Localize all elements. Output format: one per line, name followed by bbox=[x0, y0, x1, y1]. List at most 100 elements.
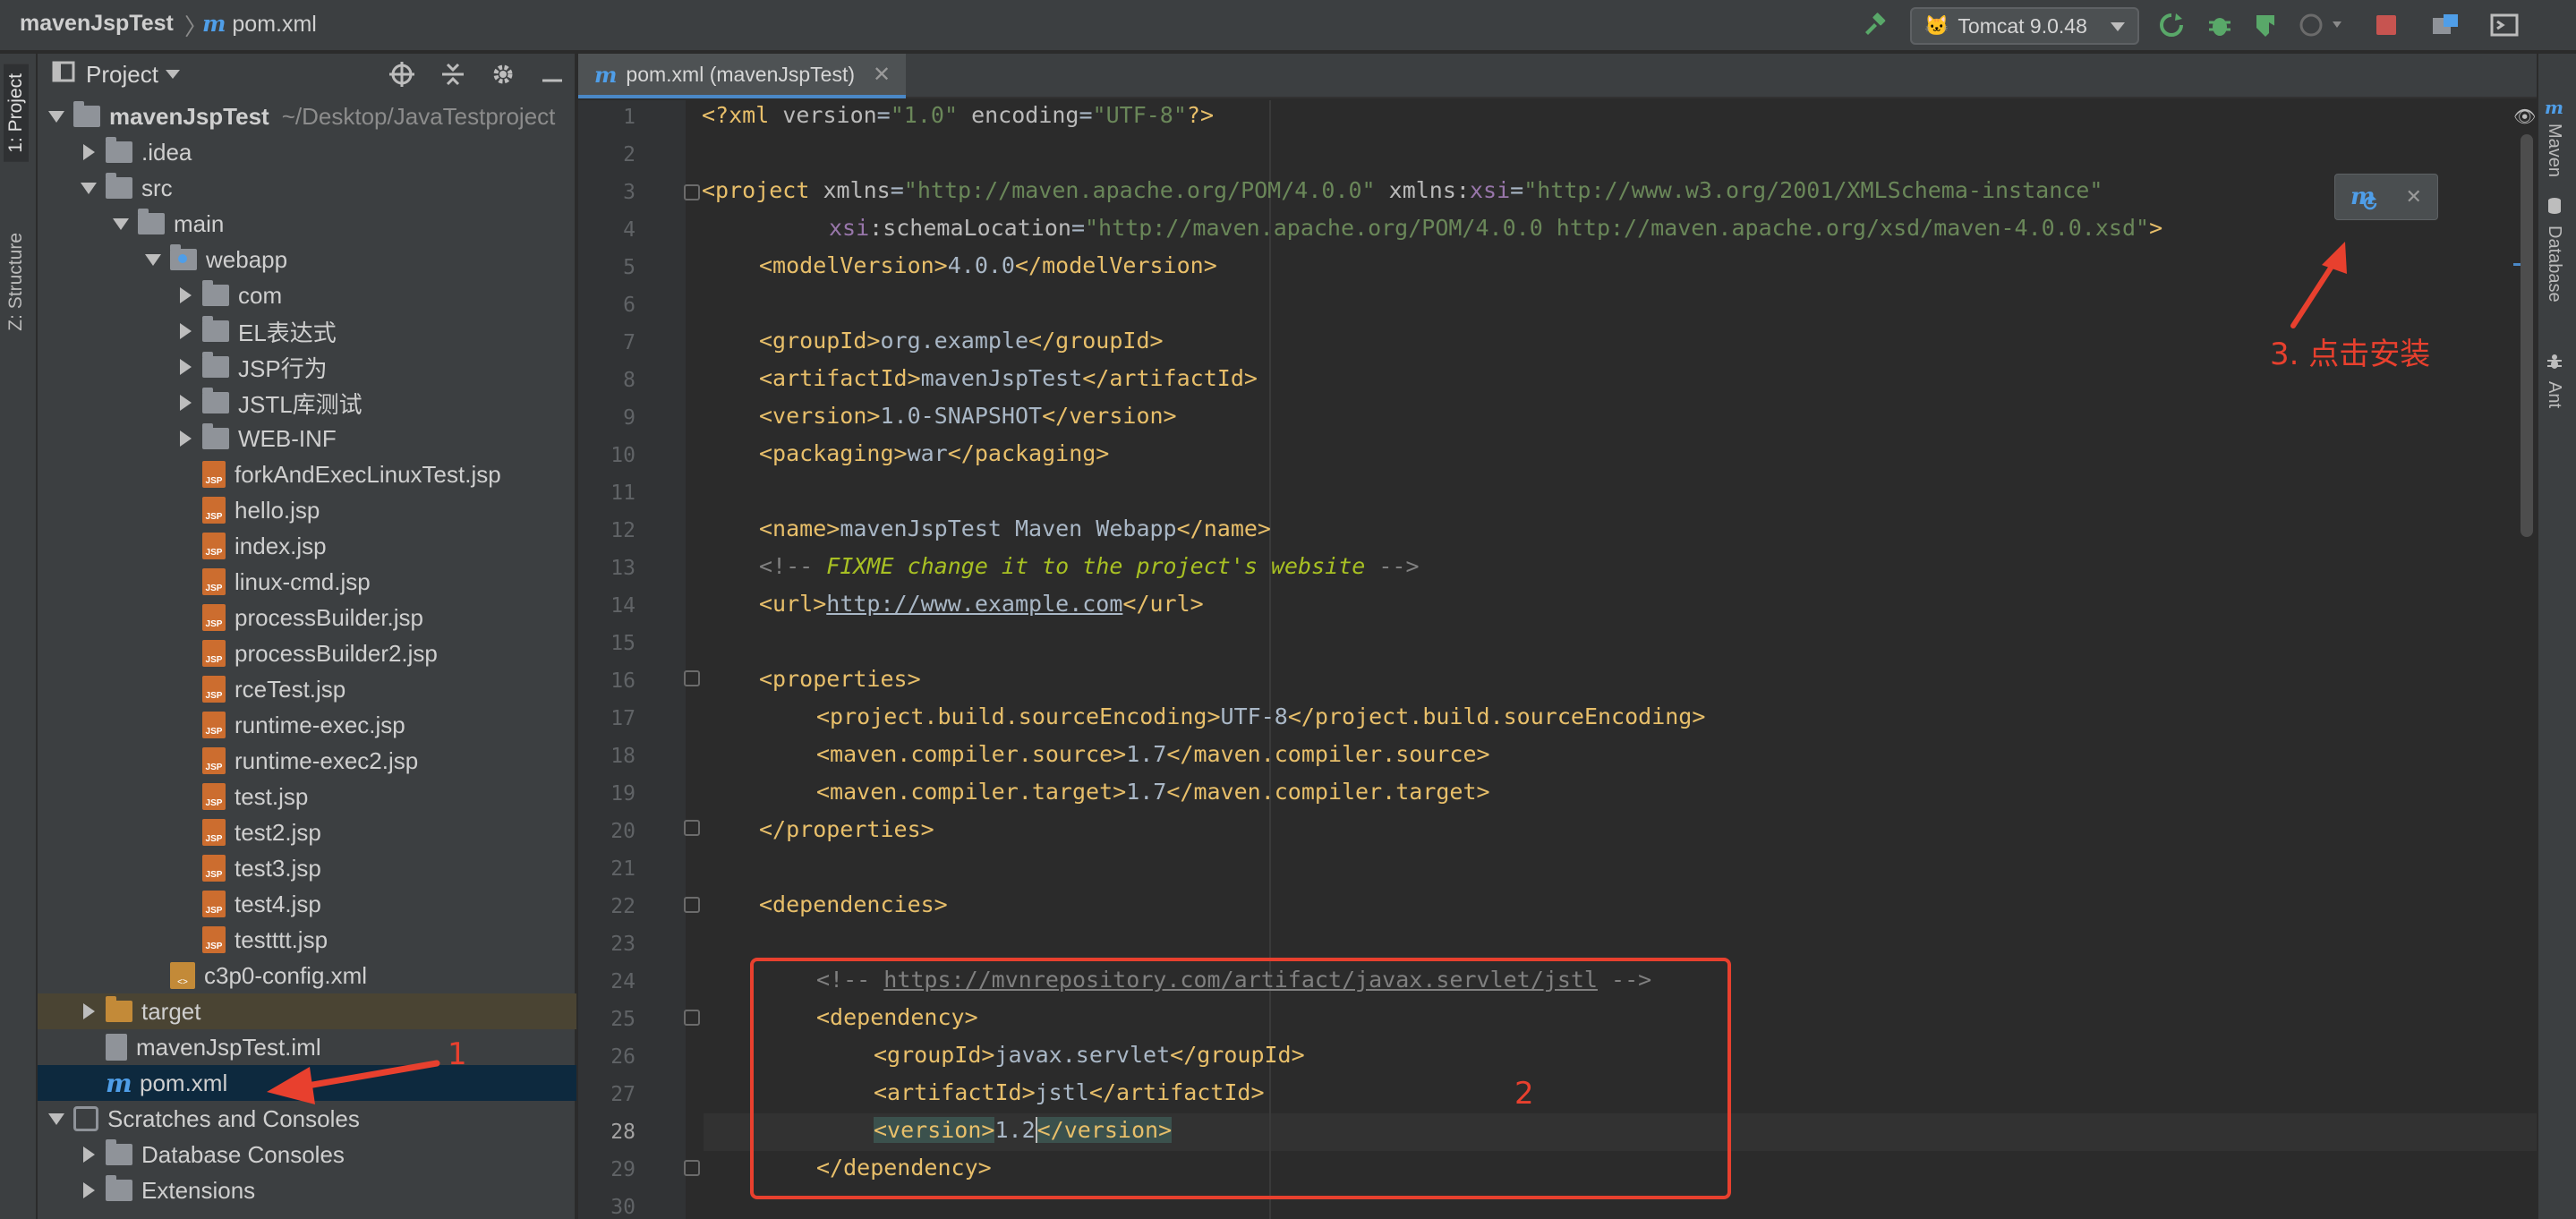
chevron-down-icon[interactable] bbox=[47, 107, 66, 126]
tree-item[interactable]: JSP processBuilder.jsp bbox=[38, 600, 576, 635]
terminal-icon[interactable] bbox=[2486, 9, 2522, 41]
tree-item[interactable]: webapp bbox=[38, 242, 576, 277]
line-number[interactable]: 24 bbox=[578, 970, 635, 993]
line-number[interactable]: 2 bbox=[578, 143, 635, 166]
chevron-down-icon[interactable] bbox=[79, 178, 98, 198]
line-number[interactable]: 26 bbox=[578, 1045, 635, 1069]
tree-item[interactable]: target bbox=[38, 993, 576, 1029]
rerun-icon[interactable] bbox=[2154, 9, 2189, 41]
line-number[interactable]: 28 bbox=[578, 1121, 635, 1144]
chevron-right-icon[interactable] bbox=[175, 357, 195, 377]
tree-item[interactable]: JSTL库测试 bbox=[38, 385, 576, 421]
build-hammer-icon[interactable] bbox=[1856, 9, 1892, 41]
collapse-all-icon[interactable] bbox=[440, 61, 465, 94]
line-number[interactable]: 8 bbox=[578, 369, 635, 392]
chevron-right-icon[interactable] bbox=[175, 321, 195, 341]
tree-item[interactable]: .idea bbox=[38, 134, 576, 170]
project-structure-icon[interactable] bbox=[2427, 9, 2463, 41]
line-number[interactable]: 30 bbox=[578, 1196, 635, 1219]
tree-item[interactable]: JSP processBuilder2.jsp bbox=[38, 635, 576, 671]
chevron-down-icon[interactable] bbox=[47, 1109, 66, 1129]
tree-item[interactable]: mavenJspTest.iml bbox=[38, 1029, 576, 1065]
chevron-right-icon[interactable] bbox=[79, 142, 98, 162]
editor-scrollbar[interactable] bbox=[2521, 134, 2533, 537]
fold-marker[interactable] bbox=[684, 820, 700, 836]
editor-tab-pom[interactable]: m pom.xml (mavenJspTest) ✕ bbox=[578, 54, 906, 98]
close-icon[interactable]: ✕ bbox=[873, 62, 891, 88]
tree-item[interactable]: EL表达式 bbox=[38, 313, 576, 349]
line-number[interactable]: 1 bbox=[578, 106, 635, 129]
line-number[interactable]: 4 bbox=[578, 218, 635, 242]
line-number[interactable]: 27 bbox=[578, 1083, 635, 1106]
tree-item[interactable]: JSP rceTest.jsp bbox=[38, 671, 576, 707]
profile-dropdown-icon[interactable] bbox=[2297, 9, 2347, 41]
run-with-coverage-icon[interactable] bbox=[2248, 9, 2284, 41]
fold-marker[interactable] bbox=[684, 184, 700, 200]
url-link[interactable]: http://www.example.com bbox=[826, 591, 1122, 617]
line-number[interactable]: 15 bbox=[578, 632, 635, 655]
chevron-right-icon[interactable] bbox=[79, 1145, 98, 1164]
project-tool-tab[interactable]: 1: Project bbox=[4, 64, 29, 162]
project-view-selector[interactable]: Project bbox=[86, 61, 180, 89]
run-configuration-selector[interactable]: 🐱 Tomcat 9.0.48 bbox=[1910, 7, 2139, 45]
reader-mode-eye-icon[interactable]: 👁 bbox=[2513, 106, 2536, 128]
hide-panel-icon[interactable] bbox=[541, 64, 564, 91]
chevron-down-icon[interactable] bbox=[143, 250, 163, 269]
line-number[interactable]: 3 bbox=[578, 181, 635, 204]
line-number[interactable]: 5 bbox=[578, 256, 635, 279]
close-icon[interactable]: ✕ bbox=[2406, 185, 2422, 209]
line-number[interactable]: 25 bbox=[578, 1008, 635, 1031]
line-number[interactable]: 16 bbox=[578, 669, 635, 693]
maven-tool-tab[interactable]: m Maven bbox=[2544, 97, 2564, 177]
tree-item[interactable]: JSP test3.jsp bbox=[38, 850, 576, 886]
tree-item[interactable]: m pom.xml bbox=[38, 1065, 576, 1101]
breadcrumb-file[interactable]: m pom.xml bbox=[202, 11, 317, 38]
tree-item[interactable]: JSP forkAndExecLinuxTest.jsp bbox=[38, 456, 576, 492]
line-number[interactable]: 9 bbox=[578, 406, 635, 430]
line-number[interactable]: 10 bbox=[578, 444, 635, 467]
stop-icon[interactable] bbox=[2370, 9, 2402, 41]
tree-item[interactable]: Scratches and Consoles bbox=[38, 1101, 576, 1137]
line-number[interactable]: 12 bbox=[578, 519, 635, 542]
fold-marker[interactable] bbox=[684, 1160, 700, 1176]
tree-item[interactable]: WEB-INF bbox=[38, 421, 576, 456]
chevron-right-icon[interactable] bbox=[175, 393, 195, 413]
line-number[interactable]: 29 bbox=[578, 1158, 635, 1181]
chevron-down-icon[interactable] bbox=[111, 214, 131, 234]
line-number[interactable]: 11 bbox=[578, 482, 635, 505]
chevron-right-icon[interactable] bbox=[79, 1181, 98, 1200]
tree-item[interactable]: JSP linux-cmd.jsp bbox=[38, 564, 576, 600]
tree-item[interactable]: JSP test.jsp bbox=[38, 779, 576, 814]
fold-marker[interactable] bbox=[684, 897, 700, 913]
breadcrumb-project[interactable]: mavenJspTest bbox=[20, 11, 174, 37]
gear-icon[interactable] bbox=[490, 62, 516, 93]
tree-item[interactable]: JSP hello.jsp bbox=[38, 492, 576, 528]
line-number[interactable]: 23 bbox=[578, 933, 635, 956]
ant-tool-tab[interactable]: Ant bbox=[2544, 353, 2564, 408]
tree-item[interactable]: JSP runtime-exec2.jsp bbox=[38, 743, 576, 779]
debug-bug-icon[interactable] bbox=[2202, 9, 2238, 41]
line-number[interactable]: 13 bbox=[578, 557, 635, 580]
line-number[interactable]: 14 bbox=[578, 594, 635, 618]
fold-marker[interactable] bbox=[684, 1010, 700, 1026]
tree-item[interactable]: JSP runtime-exec.jsp bbox=[38, 707, 576, 743]
line-number[interactable]: 19 bbox=[578, 782, 635, 806]
line-number[interactable]: 18 bbox=[578, 745, 635, 768]
tree-item[interactable]: Extensions bbox=[38, 1172, 576, 1208]
tree-item[interactable]: src bbox=[38, 170, 576, 206]
tree-item[interactable]: main bbox=[38, 206, 576, 242]
tree-item[interactable]: <> c3p0-config.xml bbox=[38, 958, 576, 993]
locate-crosshair-icon[interactable] bbox=[388, 61, 415, 94]
structure-tool-tab[interactable]: Z: Structure bbox=[4, 224, 29, 340]
line-number[interactable]: 6 bbox=[578, 294, 635, 317]
tree-item[interactable]: mavenJspTest ~/Desktop/JavaTestproject bbox=[38, 98, 576, 134]
line-number[interactable]: 17 bbox=[578, 707, 635, 730]
line-number[interactable]: 20 bbox=[578, 820, 635, 843]
tree-item[interactable]: JSP行为 bbox=[38, 349, 576, 385]
line-number[interactable]: 21 bbox=[578, 857, 635, 881]
maven-reload-icon[interactable]: m bbox=[2350, 183, 2377, 210]
chevron-right-icon[interactable] bbox=[175, 429, 195, 448]
tree-item[interactable]: JSP testttt.jsp bbox=[38, 922, 576, 958]
tree-item[interactable]: JSP index.jsp bbox=[38, 528, 576, 564]
database-tool-tab[interactable]: Database bbox=[2544, 197, 2564, 303]
